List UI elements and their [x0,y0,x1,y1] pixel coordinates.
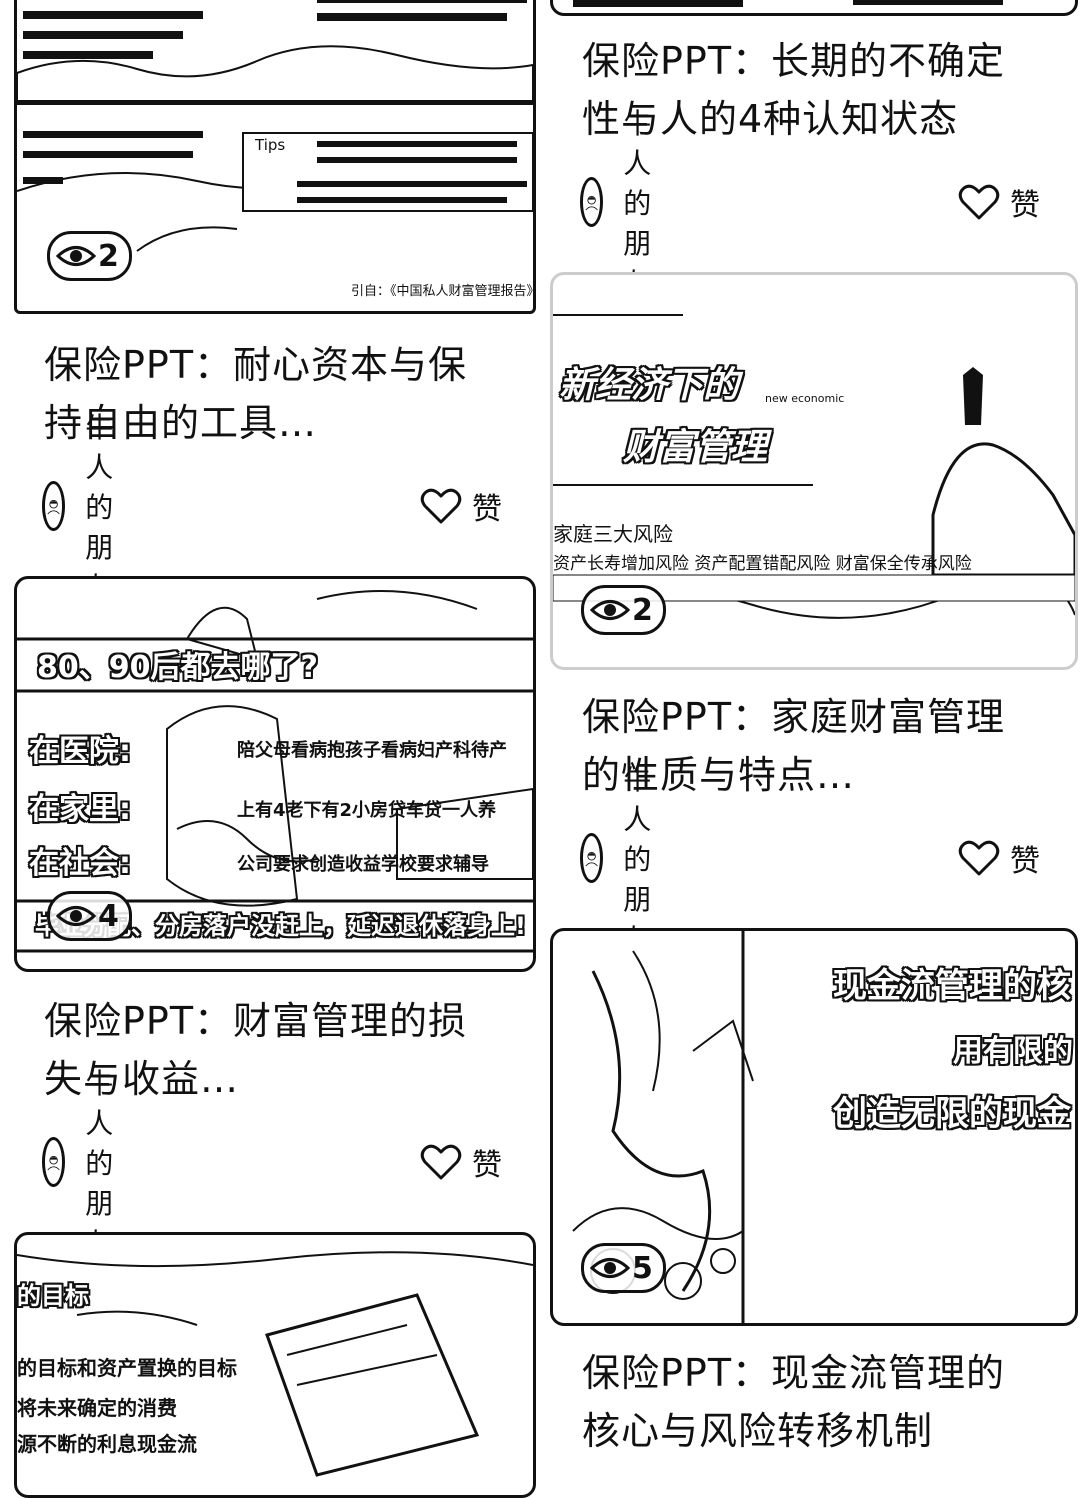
heart-icon [420,488,462,524]
article-thumbnail[interactable]: 新经济下的 财富管理 new economic 家庭三大风险 资产长寿增加风险 … [550,272,1078,670]
title-line: 核心与风险转移机制 [582,1409,934,1453]
thumbnail-text: 将未来确定的消费 [17,1396,177,1420]
thumbnail-headline: 新经济下的 [559,365,740,406]
thumbnail-text: 上有4老下有2小房贷车贷一人养 [237,800,497,821]
title-line: 保险PPT：耐心资本与保 [44,343,468,387]
thumbnail-text: 用有限的 [953,1034,1073,1069]
like-label: 赞 [1010,844,1040,879]
view-count-badge: 5 [581,1243,666,1293]
thumbnail-text: 源不断的利息现金流 [17,1432,197,1456]
title-line: 保险PPT：现金流管理的 [582,1351,1006,1395]
avatar [42,1137,66,1187]
thumbnail-subtitle: new economic [765,392,845,405]
like-label: 赞 [1010,188,1040,223]
article-thumbnail[interactable]: 现金流管理的核 用有限的 创造无限的现金 5 [550,928,1078,1326]
heart-icon [420,1144,462,1180]
eye-icon [56,906,96,926]
avatar [42,481,66,531]
view-count: 2 [632,592,653,628]
view-count-badge: 4 [47,891,132,941]
thumbnail-headline: 现金流管理的核 [833,966,1071,1006]
tips-label: Tips [255,136,286,154]
article-thumbnail[interactable]: 80、90后都去哪了? 在医院: 陪父母看病抱孩子看病妇产科待产 在家里: 上有… [14,576,536,972]
heart-icon [958,184,1000,220]
avatar-portrait-icon [585,852,598,867]
avatar [580,177,604,227]
like-button[interactable]: 赞 [958,174,1040,230]
eye-icon [590,1258,630,1278]
thumbnail-text: 家庭三大风险 [553,522,673,546]
article-thumbnail[interactable]: Tips 引自：《中国私人财富管理报告》 2 [14,0,536,314]
view-count: 4 [98,898,119,934]
thumbnail-text: 陪父母看病抱孩子看病妇产科待产 [237,740,507,761]
like-label: 赞 [472,492,502,527]
thumbnail-source: 引自：《中国私人财富管理报告》 [351,284,536,299]
view-count: 5 [632,1250,653,1286]
title-line: 保险PPT：长期的不确定 [582,39,1006,83]
thumbnail-text: 公司要求创造收益学校要求辅导 [237,854,489,875]
thumbnail-text: 在家里: [29,792,131,827]
author[interactable]: 牛人的朋友 [42,1067,140,1260]
thumbnail-illustration [573,0,1003,7]
like-button[interactable]: 赞 [420,478,502,534]
avatar-portrait-icon [585,196,598,211]
article-thumbnail[interactable] [550,0,1078,16]
thumbnail-headline: 80、90后都去哪了? [37,650,318,685]
author[interactable]: 牛人的朋友 [580,763,678,956]
like-label: 赞 [472,1148,502,1183]
eye-icon [56,246,96,266]
like-button[interactable]: 赞 [958,830,1040,886]
like-button[interactable]: 赞 [420,1134,502,1190]
article-thumbnail[interactable]: 的目标 的目标和资产置换的目标 将未来确定的消费 源不断的利息现金流 [14,1232,536,1498]
eye-icon [590,600,630,620]
avatar-portrait-icon [47,500,60,515]
article-title[interactable]: 保险PPT：现金流管理的 核心与风险转移机制 [582,1344,1062,1460]
thumbnail-text: 的目标和资产置换的目标 [17,1356,237,1380]
thumbnail-text: 在医院: [29,734,131,769]
heart-icon [958,840,1000,876]
view-count: 2 [98,238,119,274]
thumbnail-text: 在社会: [29,846,131,881]
thumbnail-headline: 财富管理 [623,427,768,468]
title-line: 保险PPT：财富管理的损 [44,999,468,1043]
view-count-badge: 2 [581,585,666,635]
author[interactable]: 牛人的朋友 [42,411,140,604]
view-count-badge: 2 [47,231,132,281]
avatar [580,833,604,883]
author[interactable]: 牛人的朋友 [580,107,678,300]
title-line: 保险PPT：家庭财富管理 [582,695,1006,739]
thumbnail-text: 创造无限的现金 [833,1094,1071,1134]
avatar-portrait-icon [47,1156,60,1171]
thumbnail-headline: 的目标 [17,1282,89,1310]
thumbnail-text: 资产长寿增加风险 资产配置错配风险 财富保全传承风险 [553,554,972,574]
